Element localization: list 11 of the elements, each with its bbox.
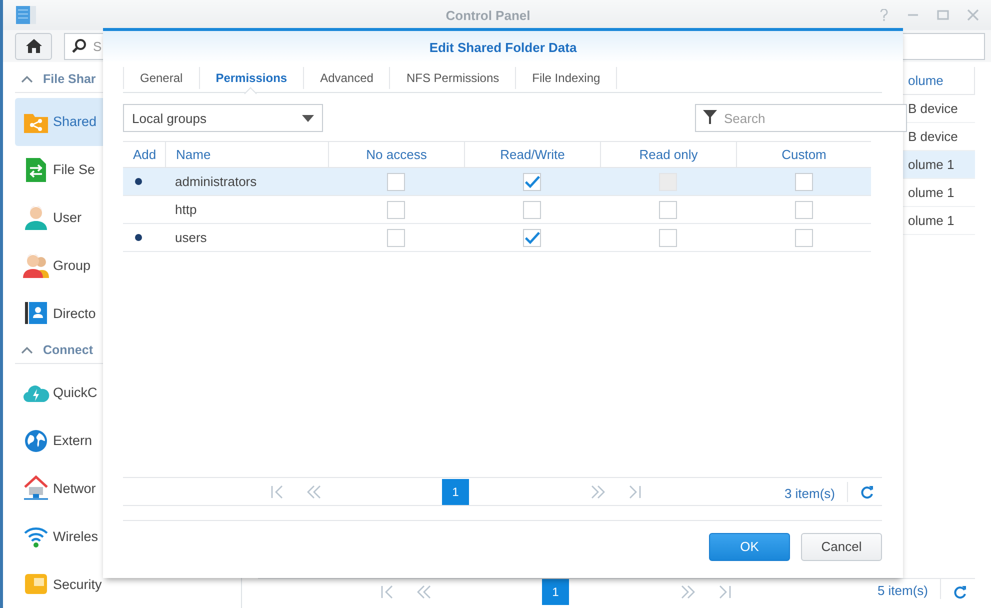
table-cell-text: olume 1 (907, 212, 956, 230)
table-cell-text: B device (907, 100, 959, 118)
item-count: 3 item(s) (784, 485, 836, 501)
table-cell: users (175, 230, 207, 245)
dialog-title: Edit Shared Folder Data (429, 40, 577, 54)
item-count: 5 item(s) (877, 582, 929, 598)
table-cell: http (175, 202, 197, 217)
window-title: Control Panel (444, 8, 532, 22)
table-cell-text: B device (907, 128, 959, 146)
table-cell: administrators (175, 174, 257, 189)
table-cell-text: olume 1 (907, 184, 956, 202)
